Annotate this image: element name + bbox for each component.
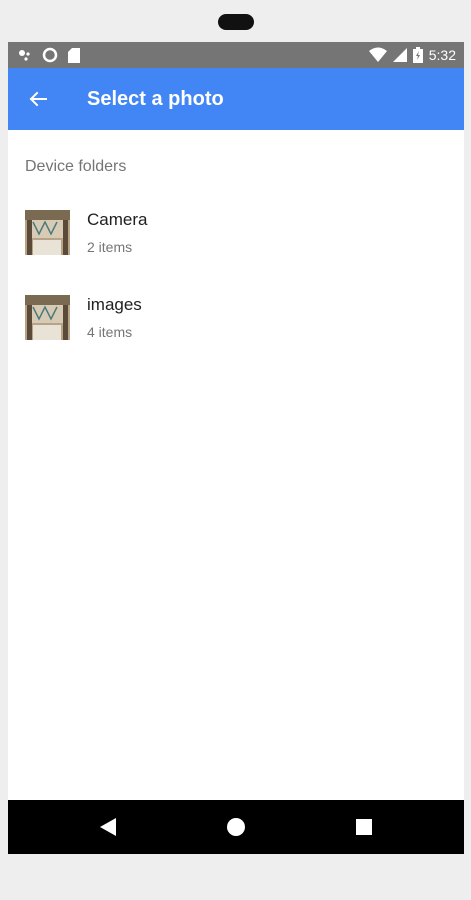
app-bar: Select a photo xyxy=(8,68,464,130)
status-bar-left-icons xyxy=(18,47,80,63)
recents-square-icon xyxy=(356,819,372,835)
home-circle-icon xyxy=(227,818,245,836)
folder-item-camera[interactable]: Camera 2 items xyxy=(8,205,464,281)
wifi-icon xyxy=(368,47,387,62)
status-bar: 5:32 xyxy=(8,42,464,68)
back-triangle-icon xyxy=(100,818,116,836)
nav-recents-button[interactable] xyxy=(354,817,374,837)
battery-icon xyxy=(412,47,423,63)
phone-speaker xyxy=(218,14,254,30)
section-header: Device folders xyxy=(25,158,127,175)
status-time: 5:32 xyxy=(428,47,456,63)
folder-name: Camera xyxy=(87,210,148,229)
notification-dots-icon xyxy=(19,50,30,61)
arrow-back-icon xyxy=(29,91,47,107)
nav-home-button[interactable] xyxy=(226,817,246,837)
status-bar-right-icons: 5:32 xyxy=(368,46,456,64)
sd-card-icon xyxy=(68,47,80,63)
phone-device: 5:32 Select a photo Device folders Camer… xyxy=(0,0,471,900)
screen: 5:32 Select a photo Device folders Camer… xyxy=(8,42,464,854)
navigation-bar xyxy=(8,800,464,854)
cell-signal-icon xyxy=(392,48,407,62)
folder-thumbnail xyxy=(25,295,70,340)
nav-back-button[interactable] xyxy=(98,817,118,837)
folder-count: 2 items xyxy=(87,239,133,255)
folder-count: 4 items xyxy=(87,324,133,340)
sync-icon xyxy=(42,47,58,63)
page-title: Select a photo xyxy=(87,88,224,110)
photo-thumbnail-icon xyxy=(25,295,70,340)
folder-name: images xyxy=(87,295,142,314)
back-button[interactable] xyxy=(22,83,54,115)
photo-thumbnail-icon xyxy=(25,210,70,255)
folder-item-images[interactable]: images 4 items xyxy=(8,290,464,366)
folder-thumbnail xyxy=(25,210,70,255)
